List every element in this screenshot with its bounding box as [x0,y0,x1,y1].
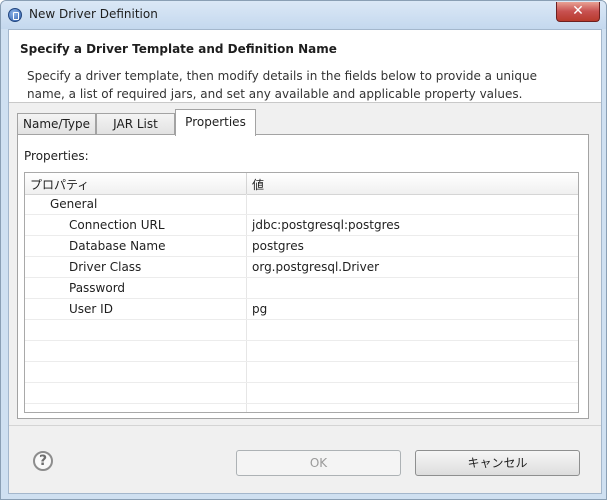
help-icon[interactable]: ? [33,451,53,471]
dialog-client-area: Specify a Driver Template and Definition… [8,29,602,494]
column-header-value[interactable]: 値 [252,176,264,193]
table-header: プロパティ 値 [25,173,578,195]
property-value[interactable]: pg [252,302,267,316]
column-divider[interactable] [246,173,247,194]
property-name: Connection URL [69,218,165,232]
close-button[interactable]: ✕ [556,2,600,22]
empty-row [25,341,578,362]
property-name: Driver Class [69,260,142,274]
window-title: New Driver Definition [29,7,158,21]
table-row[interactable]: General [25,194,578,215]
column-header-property[interactable]: プロパティ [30,176,89,193]
wizard-header: Specify a Driver Template and Definition… [9,30,601,103]
properties-label: Properties: [24,149,89,163]
property-value[interactable]: org.postgresql.Driver [252,260,379,274]
ok-button[interactable]: OK [236,450,401,476]
tab-properties[interactable]: Properties [175,109,256,136]
title-bar: New Driver Definition ✕ [1,1,606,29]
properties-tab-panel: Properties: プロパティ 値 General Connection U… [17,134,589,419]
dialog-window: New Driver Definition ✕ Specify a Driver… [0,0,607,500]
tab-jar-list[interactable]: JAR List [96,113,175,134]
eclipse-app-icon [8,8,22,22]
header-description: Specify a driver template, then modify d… [27,69,537,101]
property-name: General [50,197,98,211]
table-row[interactable]: Connection URL jdbc:postgresql:postgres [25,215,578,236]
empty-row [25,362,578,383]
table-row[interactable]: User ID pg [25,299,578,320]
footer-divider [9,425,601,426]
property-name: Database Name [69,239,166,253]
property-value[interactable]: jdbc:postgresql:postgres [252,218,400,232]
empty-row [25,383,578,404]
cancel-button[interactable]: キャンセル [415,450,580,476]
table-row[interactable]: Database Name postgres [25,236,578,257]
property-value[interactable]: postgres [252,239,304,253]
empty-row [25,320,578,341]
property-name: User ID [69,302,113,316]
tab-name-type[interactable]: Name/Type [17,113,96,134]
properties-table: プロパティ 値 General Connection URL jdbc:post… [24,172,579,413]
table-row[interactable]: Password [25,278,578,299]
table-row[interactable]: Driver Class org.postgresql.Driver [25,257,578,278]
header-title: Specify a Driver Template and Definition… [20,42,337,56]
property-name: Password [69,281,126,295]
